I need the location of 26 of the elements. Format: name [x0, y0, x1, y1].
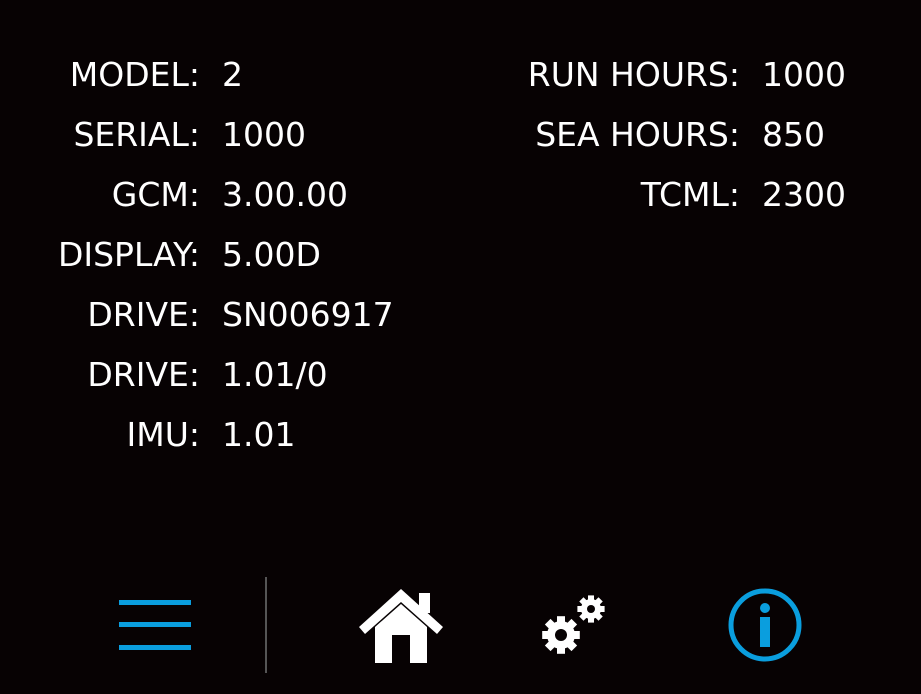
field-value: 3.00.00: [222, 174, 348, 216]
field-value: SN006917: [222, 294, 394, 336]
info-icon: [728, 588, 802, 662]
field-label: DRIVE:: [87, 294, 200, 336]
field-value: 5.00D: [222, 234, 321, 276]
field-label: IMU:: [126, 414, 200, 456]
field-label: DRIVE:: [87, 354, 200, 396]
field-label: SEA HOURS:: [535, 114, 740, 156]
menu-icon: [119, 600, 191, 650]
menu-button[interactable]: [119, 600, 191, 650]
field-value: 2: [222, 54, 243, 96]
field-label: TCML:: [640, 174, 740, 216]
field-value: 850: [762, 114, 825, 156]
field-value: 1000: [762, 54, 846, 96]
field-value: 1.01/0: [222, 354, 328, 396]
home-tab[interactable]: [359, 587, 443, 663]
field-label: MODEL:: [70, 54, 200, 96]
field-value: 1000: [222, 114, 306, 156]
info-tab[interactable]: [728, 588, 802, 662]
field-label: SERIAL:: [73, 114, 200, 156]
field-value: 1.01: [222, 414, 296, 456]
home-icon: [359, 587, 443, 663]
field-label: GCM:: [112, 174, 200, 216]
field-value: 2300: [762, 174, 846, 216]
field-label: DISPLAY:: [58, 234, 200, 276]
field-label: RUN HOURS:: [528, 54, 740, 96]
